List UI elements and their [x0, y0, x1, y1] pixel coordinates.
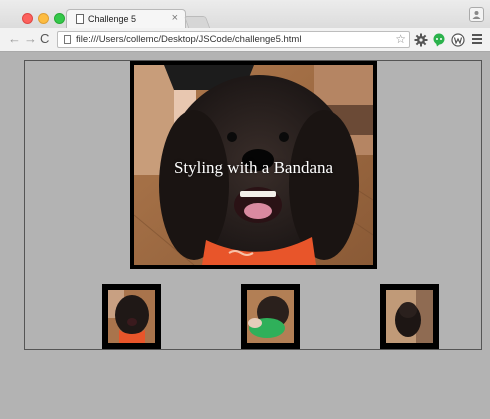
- person-icon: [472, 11, 481, 19]
- thumbnail-image: [386, 290, 433, 343]
- page-icon: [76, 14, 84, 24]
- file-page-icon: [64, 35, 71, 44]
- thumbnail-image: [108, 290, 155, 343]
- main-image-dog-bandana: Styling with a Bandana: [134, 65, 373, 265]
- green-extension-icon[interactable]: [432, 33, 446, 47]
- new-tab-button[interactable]: [183, 16, 211, 28]
- reload-button[interactable]: C: [40, 31, 49, 47]
- tab-title: Challenge 5: [88, 14, 137, 24]
- window-maximize-button[interactable]: [54, 13, 65, 24]
- thumbnail-image: [247, 290, 294, 343]
- thumbnail-dog-green-toy[interactable]: [241, 284, 300, 349]
- bookmark-star-icon[interactable]: ☆: [395, 32, 406, 46]
- tab-challenge-5[interactable]: Challenge 5 ×: [66, 9, 186, 29]
- page-viewport: Styling with a Bandana: [0, 52, 490, 419]
- main-image-caption: Styling with a Bandana: [173, 158, 334, 177]
- back-button[interactable]: ←: [8, 31, 21, 47]
- forward-button[interactable]: →: [24, 31, 37, 47]
- tab-close-icon[interactable]: ×: [172, 12, 178, 24]
- gear-icon[interactable]: [414, 33, 428, 47]
- thumbnail-dog-sitting[interactable]: [380, 284, 439, 349]
- window-close-button[interactable]: [22, 13, 33, 24]
- url-text[interactable]: file:///Users/collemc/Desktop/JSCode/cha…: [76, 34, 301, 45]
- browser-toolbar: ← → C file:///Users/collemc/Desktop/JSCo…: [0, 28, 490, 52]
- gallery-container: Styling with a Bandana: [24, 60, 482, 350]
- window-minimize-button[interactable]: [38, 13, 49, 24]
- address-bar[interactable]: file:///Users/collemc/Desktop/JSCode/cha…: [57, 31, 410, 48]
- browser-titlebar: Challenge 5 ×: [0, 0, 490, 29]
- main-image-frame: Styling with a Bandana: [130, 61, 377, 269]
- w-extension-icon[interactable]: [451, 33, 465, 47]
- menu-icon[interactable]: [472, 34, 482, 46]
- profile-button[interactable]: [469, 7, 484, 22]
- thumbnail-dog-bandana[interactable]: [102, 284, 161, 349]
